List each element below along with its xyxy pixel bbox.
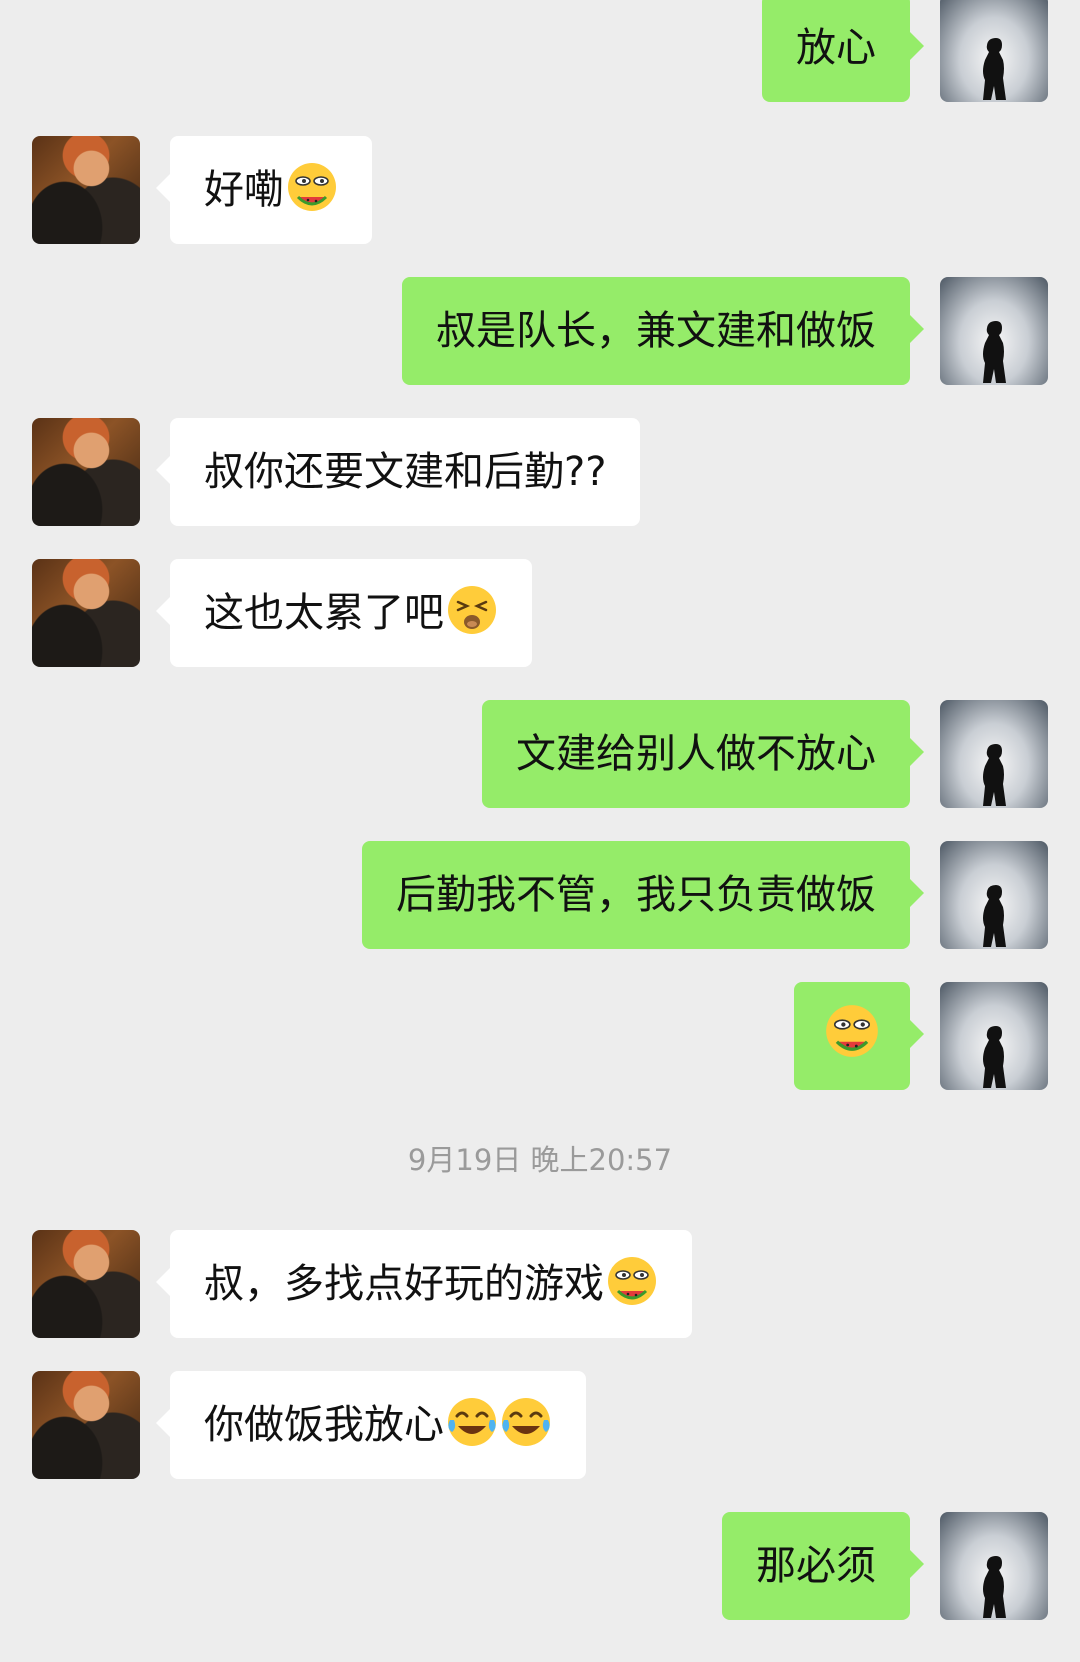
message-row: 你做饭我放心 [0,1371,1080,1479]
message-bubble-self[interactable]: 后勤我不管，我只负责做饭 [362,841,924,949]
avatar-friend[interactable] [32,136,140,244]
tears-of-joy-emoji [502,1398,550,1446]
message-text: 放心 [796,25,876,71]
watermelon-eating-face-emoji [826,1005,878,1057]
message-bubble-friend[interactable]: 叔，多找点好玩的游戏 [156,1230,692,1338]
message-row: 那必须 [0,1512,1080,1620]
message-row: 后勤我不管，我只负责做饭 [0,841,1080,949]
message-bubble-friend[interactable]: 你做饭我放心 [156,1371,586,1479]
message-bubble-self[interactable]: 文建给别人做不放心 [482,700,924,808]
message-row [0,982,1080,1090]
message-row: 叔是队长，兼文建和做饭 [0,277,1080,385]
avatar-self[interactable] [940,982,1048,1090]
silhouette-icon [983,1556,1006,1618]
chat-view: 放心 好嘞 叔是队长，兼文建和做饭 叔你还要文建和后勤?? 这也太累了吧 文建给… [0,0,1080,1662]
message-text: 这也太累了吧 [204,590,444,636]
message-row: 文建给别人做不放心 [0,700,1080,808]
avatar-self[interactable] [940,277,1048,385]
message-text: 你做饭我放心 [204,1402,444,1448]
avatar-friend[interactable] [32,1230,140,1338]
message-text: 文建给别人做不放心 [516,731,876,777]
silhouette-icon [983,1026,1006,1088]
silhouette-icon [983,744,1006,806]
avatar-self[interactable] [940,0,1048,102]
message-row: 叔你还要文建和后勤?? [0,418,1080,526]
timestamp: 9月19日 晚上20:57 [407,1143,673,1177]
avatar-friend[interactable] [32,1371,140,1479]
silhouette-icon [983,38,1006,100]
message-text: 后勤我不管，我只负责做饭 [396,872,876,918]
message-text: 叔你还要文建和后勤?? [204,449,607,495]
watermelon-eating-face-emoji [288,163,336,211]
message-bubble-friend[interactable]: 这也太累了吧 [156,559,532,667]
message-text: 那必须 [756,1543,876,1589]
message-bubble-self[interactable]: 叔是队长，兼文建和做饭 [402,277,924,385]
message-bubble-self[interactable] [794,982,924,1090]
message-row: 好嘞 [0,136,1080,244]
message-bubble-self[interactable]: 放心 [762,0,924,102]
avatar-self[interactable] [940,841,1048,949]
message-row: 这也太累了吧 [0,559,1080,667]
avatar-self[interactable] [940,700,1048,808]
silhouette-icon [983,321,1006,383]
watermelon-eating-face-emoji [608,1257,656,1305]
avatar-friend[interactable] [32,418,140,526]
message-text: 好嘞 [204,167,284,213]
tired-face-emoji [448,586,496,634]
avatar-friend[interactable] [32,559,140,667]
message-row: 放心 [0,0,1080,102]
message-row: 叔，多找点好玩的游戏 [0,1230,1080,1338]
avatar-self[interactable] [940,1512,1048,1620]
message-text: 叔是队长，兼文建和做饭 [436,308,876,354]
tears-of-joy-emoji [448,1398,496,1446]
message-bubble-friend[interactable]: 叔你还要文建和后勤?? [155,418,641,526]
message-bubble-friend[interactable]: 好嘞 [156,136,372,244]
silhouette-icon [983,885,1006,947]
message-text: 叔，多找点好玩的游戏 [204,1261,604,1307]
message-bubble-self[interactable]: 那必须 [722,1512,924,1620]
